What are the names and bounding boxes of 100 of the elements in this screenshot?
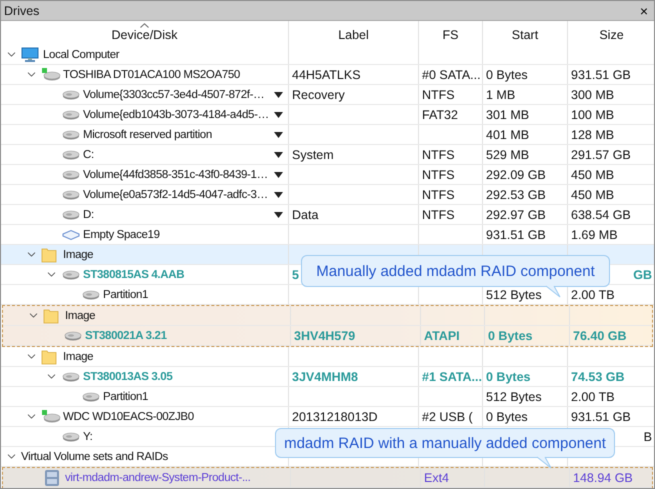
start-cell: 512 Bytes: [486, 390, 542, 404]
device-name[interactable]: WDC WD10EACS-00ZJB0: [63, 410, 194, 422]
device-name[interactable]: virt-mdadm-andrew-System-Product-...: [65, 472, 251, 484]
hard-drive-icon: [81, 390, 101, 402]
start-cell: 292.53 GB: [486, 188, 546, 202]
file-system-cell: ATAPI: [424, 328, 460, 342]
column-header[interactable]: FS: [442, 28, 458, 42]
dropdown-caret-icon[interactable]: [274, 192, 283, 198]
size-cell: 1.69 MB: [571, 228, 618, 242]
size-cell: 100 MB: [571, 108, 614, 122]
device-name[interactable]: C:: [83, 148, 94, 160]
sort-ascending-icon: [140, 23, 149, 28]
hard-drive-icon: [81, 288, 101, 300]
device-name[interactable]: Empty Space19: [83, 228, 160, 240]
size-cell: 76.40 GB: [573, 328, 627, 342]
file-system-cell: #1 SATA...: [422, 370, 482, 384]
callout: mdadm RAID with a manually added component: [275, 428, 615, 458]
device-name[interactable]: TOSHIBA DT01ACA100 MS2OA750: [63, 68, 240, 80]
folder-icon: [43, 308, 59, 324]
size-cell: 291.57 GB: [571, 148, 631, 162]
hard-drive-icon: [63, 330, 83, 342]
start-cell: 0 Bytes: [488, 328, 532, 342]
start-cell: 512 Bytes: [486, 288, 542, 302]
start-cell: 301 MB: [486, 108, 530, 122]
label-cell: 3HV4H579: [294, 328, 356, 342]
device-name[interactable]: Local Computer: [43, 48, 120, 60]
device-name[interactable]: Volume{e0a573f2-14d5-4047-adfc-3…: [83, 188, 268, 200]
size-cell: 450 MB: [571, 168, 614, 182]
label-cell: 44H5ATLKS: [292, 68, 361, 82]
hard-drive-icon: [41, 68, 61, 82]
dropdown-caret-icon[interactable]: [274, 112, 283, 118]
hard-drive-icon: [61, 188, 81, 200]
device-name[interactable]: Partition1: [103, 288, 148, 300]
start-cell: 1 MB: [486, 88, 516, 102]
dropdown-caret-icon[interactable]: [274, 212, 283, 218]
panel-title: Drives: [4, 4, 40, 18]
device-name[interactable]: Volume{44fd3858-351c-43f0-8439-1…: [83, 168, 268, 180]
dropdown-caret-icon[interactable]: [274, 92, 283, 98]
callout-tail: [537, 457, 551, 468]
callout: Manually added mdadm RAID component: [301, 255, 610, 287]
label-cell: Data: [292, 208, 318, 222]
start-cell: 0 Bytes: [486, 410, 528, 424]
start-cell: 0 Bytes: [486, 68, 528, 82]
callout-tail: [546, 286, 560, 297]
label-cell: Recovery: [292, 88, 345, 102]
hard-drive-icon: [61, 168, 81, 180]
close-button[interactable]: ×: [640, 4, 648, 18]
dropdown-caret-icon[interactable]: [274, 152, 283, 158]
file-system-cell: NTFS: [422, 168, 455, 182]
label-cell: 20131218013D: [292, 410, 378, 424]
device-name[interactable]: Virtual Volume sets and RAIDs: [21, 450, 168, 462]
device-name[interactable]: Y:: [83, 430, 93, 442]
file-system-cell: NTFS: [422, 148, 455, 162]
device-name[interactable]: Image: [63, 350, 94, 362]
size-cell: 148.94 GB: [573, 470, 633, 484]
empty-space-icon: [61, 228, 81, 240]
column-header[interactable]: Start: [512, 28, 538, 42]
start-cell: 292.09 GB: [486, 168, 546, 182]
size-cell: 128 MB: [571, 128, 614, 142]
start-cell: 0 Bytes: [486, 370, 530, 384]
column-header[interactable]: Size: [599, 28, 624, 42]
size-cell: 2.00 TB: [571, 288, 615, 302]
device-name[interactable]: Microsoft reserved partition: [83, 128, 212, 140]
file-system-cell: Ext4: [424, 470, 450, 484]
label-cell: System: [292, 148, 334, 162]
device-name[interactable]: Image: [65, 310, 96, 322]
size-cell: 300 MB: [571, 88, 614, 102]
hard-drive-icon: [61, 430, 81, 442]
start-cell: 292.97 GB: [486, 208, 546, 222]
label-cell: 3JV4MHM8: [292, 370, 358, 384]
size-cell: 638.54 GB: [571, 208, 631, 222]
raid-icon: [43, 468, 61, 486]
size-cell: B: [644, 430, 652, 444]
device-name[interactable]: Image: [63, 248, 94, 260]
start-cell: 931.51 GB: [486, 228, 546, 242]
device-name[interactable]: Partition1: [103, 390, 148, 402]
file-system-cell: NTFS: [422, 208, 455, 222]
hard-drive-icon: [61, 108, 81, 120]
file-system-cell: NTFS: [422, 188, 455, 202]
dropdown-caret-icon[interactable]: [274, 172, 283, 178]
folder-icon: [41, 246, 57, 262]
dropdown-caret-icon[interactable]: [274, 132, 283, 138]
file-system-cell: NTFS: [422, 88, 455, 102]
column-header[interactable]: Label: [338, 28, 369, 42]
size-cell: 931.51 GB: [571, 68, 631, 82]
hard-drive-icon: [61, 88, 81, 100]
device-name[interactable]: Volume{edb1043b-3073-4184-a4d5-…: [83, 108, 269, 120]
device-name[interactable]: Volume{3303cc57-3e4d-4507-872f-…: [83, 88, 264, 100]
size-cell: 931.51 GB: [571, 410, 631, 424]
hard-drive-icon: [61, 268, 81, 280]
device-name[interactable]: D:: [83, 208, 94, 220]
column-header[interactable]: Device/Disk: [112, 28, 178, 42]
size-cell: 2.00 TB: [571, 390, 615, 404]
size-cell: GB: [633, 268, 652, 282]
file-system-cell: #0 SATA...: [422, 68, 481, 82]
hard-drive-icon: [41, 410, 61, 424]
label-cell: 5: [292, 268, 299, 282]
hard-drive-icon: [61, 148, 81, 160]
size-cell: 74.53 GB: [571, 370, 625, 384]
computer-icon: [21, 46, 39, 62]
